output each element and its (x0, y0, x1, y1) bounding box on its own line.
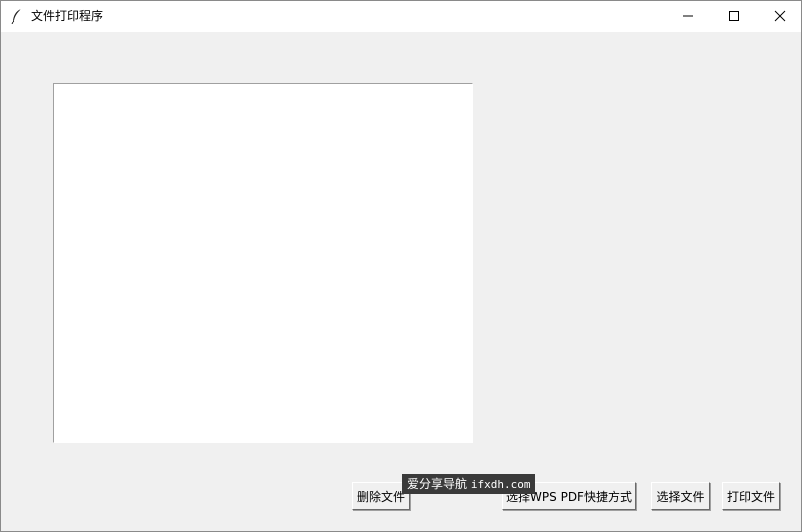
file-listbox[interactable] (53, 83, 473, 443)
minimize-button[interactable] (665, 1, 711, 32)
title-bar[interactable]: 文件打印程序 (1, 1, 801, 32)
select-file-button[interactable]: 选择文件 (651, 482, 710, 510)
watermark-text: 爱分享导航 (407, 477, 468, 491)
app-window: 文件打印程序 删除文件 选择WPS PDF快捷方式 选择文件 打印文件 爱分享导… (0, 0, 802, 532)
maximize-button[interactable] (711, 1, 757, 32)
window-title: 文件打印程序 (31, 9, 104, 23)
watermark-domain: ifxdh.com (470, 478, 531, 491)
maximize-icon (728, 7, 740, 26)
print-file-button[interactable]: 打印文件 (722, 482, 780, 510)
close-button[interactable] (757, 1, 802, 32)
client-area: 删除文件 选择WPS PDF快捷方式 选择文件 打印文件 爱分享导航 ifxdh… (1, 32, 801, 531)
feather-icon (10, 8, 24, 25)
close-icon (774, 7, 786, 26)
watermark: 爱分享导航 ifxdh.com (402, 474, 536, 494)
minimize-icon (682, 7, 694, 26)
